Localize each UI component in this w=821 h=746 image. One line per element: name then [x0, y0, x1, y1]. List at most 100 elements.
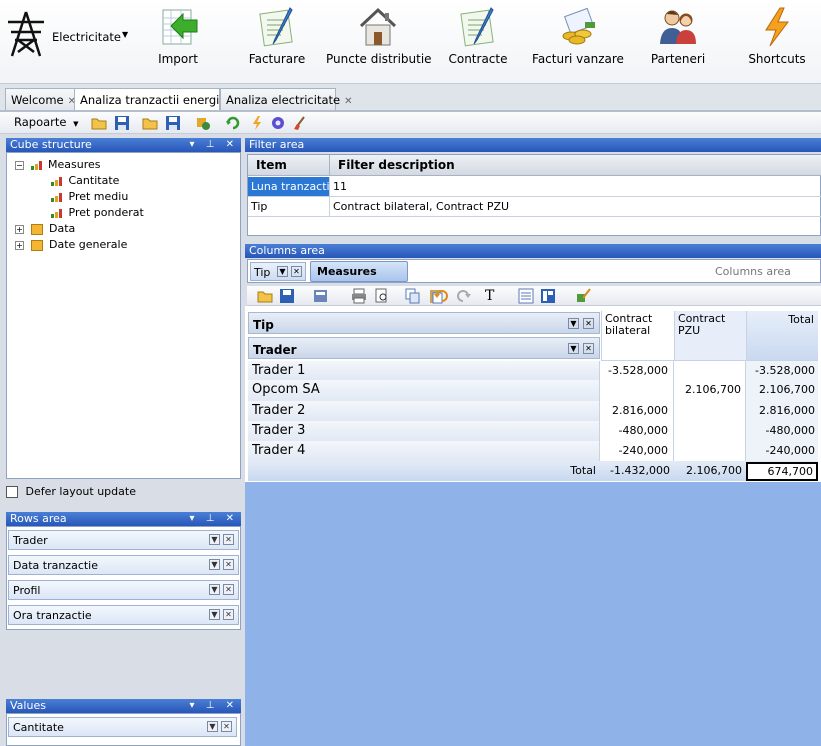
- filter-icon[interactable]: ▼: [207, 721, 218, 732]
- remove-field-icon[interactable]: ✕: [223, 609, 234, 620]
- row-header-trader[interactable]: Trader 4: [248, 441, 600, 461]
- facturi-vanzare-button[interactable]: Facturi vanzare: [532, 6, 624, 78]
- cell-pzu[interactable]: 2.106,700: [674, 380, 746, 401]
- defer-layout-checkbox[interactable]: Defer layout update: [6, 485, 206, 499]
- filter-icon[interactable]: ▼: [209, 609, 220, 620]
- filter-icon[interactable]: ▼: [209, 584, 220, 595]
- row-header-trader[interactable]: Trader 1: [248, 361, 600, 380]
- cell-bilateral[interactable]: -240,000: [600, 441, 674, 461]
- cell-pzu[interactable]: [674, 441, 746, 461]
- row-header-trader[interactable]: Trader 2: [248, 401, 600, 421]
- cell-bilateral[interactable]: 2.816,000: [600, 401, 674, 421]
- filter-icon[interactable]: ▼: [277, 266, 288, 277]
- rows-field-profil[interactable]: Profil ▼ ✕: [8, 580, 239, 600]
- text-format-icon[interactable]: T: [485, 288, 501, 304]
- columns-field-measures[interactable]: Measures: [310, 261, 408, 282]
- print-preview-icon[interactable]: [374, 288, 390, 304]
- cell-pzu[interactable]: [674, 361, 746, 380]
- tab-analiza-electricitate[interactable]: Analiza electricitate ✕: [220, 88, 352, 110]
- rows-field-ora-tranzactie[interactable]: Ora tranzactie ▼ ✕: [8, 605, 239, 625]
- row-header-trader[interactable]: Opcom SA: [248, 380, 600, 401]
- tree-node-data[interactable]: + Data: [15, 222, 75, 235]
- remove-field-icon[interactable]: ✕: [223, 584, 234, 595]
- clear-brush-icon[interactable]: [292, 115, 308, 131]
- panel-controls-icon[interactable]: ▾ ⊥ ✕: [190, 699, 238, 713]
- cell-total[interactable]: -3.528,000: [746, 361, 818, 380]
- cell-total[interactable]: 2.106,700: [746, 380, 818, 401]
- remove-field-icon[interactable]: ✕: [221, 721, 232, 732]
- save-icon[interactable]: [165, 115, 181, 131]
- filter-icon[interactable]: ▼: [209, 534, 220, 545]
- pivot-column-field-tip[interactable]: Tip ▼ ✕: [248, 312, 600, 334]
- refresh-icon[interactable]: [225, 115, 241, 131]
- field-list-icon[interactable]: [518, 288, 534, 304]
- cell-total[interactable]: -480,000: [746, 421, 818, 441]
- values-field-cantitate[interactable]: Cantitate ▼ ✕: [8, 717, 237, 737]
- remove-field-icon[interactable]: ✕: [291, 266, 302, 277]
- open-folder-icon[interactable]: [257, 288, 273, 304]
- lightning-icon[interactable]: [249, 115, 265, 131]
- columns-field-tip[interactable]: Tip ▼ ✕: [250, 262, 306, 281]
- rows-field-data-tranzactie[interactable]: Data tranzactie ▼ ✕: [8, 555, 239, 575]
- open-folder-icon[interactable]: [142, 115, 158, 131]
- tree-node-pret-ponderat[interactable]: Pret ponderat: [51, 206, 144, 219]
- filter-icon[interactable]: ▼: [209, 559, 220, 570]
- rows-field-trader[interactable]: Trader ▼ ✕: [8, 530, 239, 550]
- cube-gear-icon[interactable]: [195, 115, 211, 131]
- settings-gear-icon[interactable]: [270, 115, 286, 131]
- facturare-button[interactable]: Facturare: [245, 6, 309, 78]
- filter-row-desc[interactable]: Contract bilateral, Contract PZU: [330, 197, 821, 217]
- cell-total[interactable]: -240,000: [746, 441, 818, 461]
- panel-controls-icon[interactable]: ▾ ⊥ ✕: [190, 512, 238, 526]
- collapse-icon[interactable]: −: [15, 161, 24, 170]
- copy-icon[interactable]: [405, 288, 421, 304]
- tree-node-measures[interactable]: − Measures: [15, 158, 100, 171]
- print-icon[interactable]: [351, 288, 367, 304]
- grand-total-total[interactable]: 674,700: [746, 462, 818, 481]
- cell-bilateral[interactable]: -480,000: [600, 421, 674, 441]
- import-button[interactable]: Import: [148, 6, 208, 78]
- checkbox-icon[interactable]: [6, 486, 18, 498]
- redo-icon[interactable]: [456, 288, 472, 304]
- remove-field-icon[interactable]: ✕: [223, 534, 234, 545]
- filter-icon[interactable]: ▼: [568, 318, 579, 329]
- tab-welcome[interactable]: Welcome ✕: [5, 88, 76, 110]
- column-header-contract-bilateral[interactable]: Contract bilateral: [601, 311, 674, 361]
- contracte-button[interactable]: Contracte: [446, 6, 510, 78]
- remove-field-icon[interactable]: ✕: [583, 343, 594, 354]
- cell-bilateral[interactable]: [600, 380, 674, 401]
- parteneri-button[interactable]: Parteneri: [646, 6, 710, 78]
- grand-total-pzu[interactable]: 2.106,700: [674, 464, 742, 477]
- filter-row-desc[interactable]: 11: [330, 177, 821, 197]
- rapoarte-dropdown[interactable]: Rapoarte ▼: [14, 115, 82, 131]
- panel-controls-icon[interactable]: ▾ ⊥ ✕: [190, 138, 238, 152]
- chart-brush-icon[interactable]: [576, 288, 592, 304]
- tree-node-cantitate[interactable]: Cantitate: [51, 174, 119, 187]
- grand-total-bilateral[interactable]: -1.432,000: [600, 464, 670, 477]
- close-icon[interactable]: ✕: [344, 96, 352, 107]
- tree-node-date-generale[interactable]: + Date generale: [15, 238, 127, 251]
- open-folder-icon[interactable]: [91, 115, 107, 131]
- save-icon[interactable]: [279, 288, 295, 304]
- expand-icon[interactable]: +: [15, 225, 24, 234]
- save-icon[interactable]: [114, 115, 130, 131]
- column-header-total[interactable]: Total: [746, 311, 818, 361]
- tree-node-pret-mediu[interactable]: Pret mediu: [51, 190, 128, 203]
- tab-analiza-tranzactii-energie[interactable]: Analiza tranzactii energie✕: [74, 88, 239, 111]
- expand-icon[interactable]: +: [15, 241, 24, 250]
- filter-row-item[interactable]: Tip: [248, 197, 330, 217]
- row-header-trader[interactable]: Trader 3: [248, 421, 600, 441]
- filter-row-item[interactable]: Luna tranzactie: [248, 177, 330, 197]
- app-menu[interactable]: Electricitate ▼: [4, 10, 134, 60]
- shortcuts-button[interactable]: Shortcuts: [745, 6, 809, 78]
- export-icon[interactable]: [313, 288, 329, 304]
- undo-icon[interactable]: [433, 288, 449, 304]
- remove-field-icon[interactable]: ✕: [223, 559, 234, 570]
- cell-bilateral[interactable]: -3.528,000: [600, 361, 674, 380]
- puncte-distributie-button[interactable]: Puncte distributie: [326, 6, 432, 78]
- pivot-row-field-trader[interactable]: Trader ▼ ✕: [248, 337, 600, 359]
- column-header-contract-pzu[interactable]: Contract PZU: [674, 311, 746, 361]
- remove-field-icon[interactable]: ✕: [583, 318, 594, 329]
- layout-icon[interactable]: [540, 288, 556, 304]
- cell-pzu[interactable]: [674, 401, 746, 421]
